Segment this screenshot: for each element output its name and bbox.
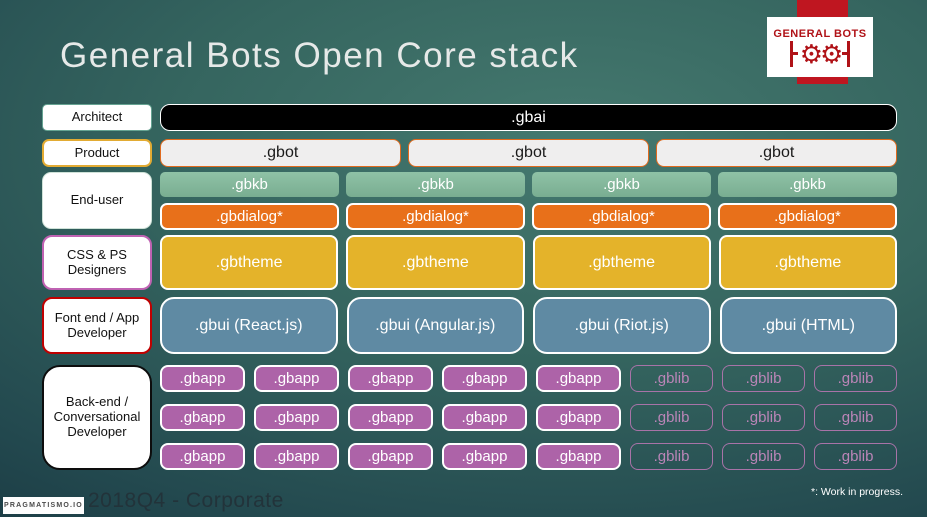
logo-brand-text: GENERAL BOTS <box>773 27 867 40</box>
stack-box-gbkb: .gbkb <box>346 172 525 197</box>
row-gbot: .gbot .gbot .gbot <box>160 139 897 167</box>
gear-bar-right-icon <box>847 40 851 67</box>
stack-box-gbui-riot: .gbui (Riot.js) <box>533 297 711 354</box>
stack-box-gbapp: .gbapp <box>254 365 339 392</box>
stack-box-gbot: .gbot <box>408 139 649 167</box>
stack-box-gbai: .gbai <box>160 104 897 131</box>
role-label-designers: CSS & PS Designers <box>42 235 152 290</box>
stack-box-gbot: .gbot <box>656 139 897 167</box>
stack-box-gbtheme: .gbtheme <box>532 235 711 290</box>
stack-box-gbapp: .gbapp <box>348 365 433 392</box>
role-label-frontend-developer: Font end / App Developer <box>42 297 152 354</box>
slide: General Bots Open Core stack GENERAL BOT… <box>0 0 927 517</box>
row-gbapp-gblib-2: .gbapp .gbapp .gbapp .gbapp .gbapp .gbli… <box>160 404 897 431</box>
stack-box-gbot: .gbot <box>160 139 401 167</box>
stack-box-gbdialog: .gbdialog* <box>346 203 525 230</box>
stack-box-gbapp: .gbapp <box>254 404 339 431</box>
stack-box-gbkb: .gbkb <box>532 172 711 197</box>
stack-box-gbtheme: .gbtheme <box>160 235 339 290</box>
stack-box-gbapp: .gbapp <box>160 443 245 470</box>
work-in-progress-note: *: Work in progress. <box>810 486 903 498</box>
stack-box-gbui-angular: .gbui (Angular.js) <box>346 297 524 354</box>
row-gbai: .gbai <box>160 104 897 131</box>
stack-box-gblib: .gblib <box>814 365 897 392</box>
stack-box-gblib: .gblib <box>722 443 805 470</box>
stack-box-gbapp: .gbapp <box>348 404 433 431</box>
stack-box-gblib: .gblib <box>722 404 805 431</box>
row-gbtheme: .gbtheme .gbtheme .gbtheme .gbtheme <box>160 235 897 290</box>
row-gbdialog: .gbdialog* .gbdialog* .gbdialog* .gbdial… <box>160 203 897 230</box>
page-title: General Bots Open Core stack <box>60 36 579 75</box>
stack-box-gbdialog: .gbdialog* <box>532 203 711 230</box>
stack-box-gbui-react: .gbui (React.js) <box>160 297 338 354</box>
stack-box-gbtheme: .gbtheme <box>718 235 897 290</box>
stack-box-gbapp: .gbapp <box>160 365 245 392</box>
stack-box-gbapp: .gbapp <box>348 443 433 470</box>
gear-glyphs-icon: ⚙⚙ <box>799 38 844 69</box>
stack-box-gblib: .gblib <box>630 443 713 470</box>
stack-box-gbtheme: .gbtheme <box>346 235 525 290</box>
stack-box-gbkb: .gbkb <box>160 172 339 197</box>
stack-box-gbapp: .gbapp <box>160 404 245 431</box>
stack-box-gblib: .gblib <box>722 365 805 392</box>
row-gbui: .gbui (React.js) .gbui (Angular.js) .gbu… <box>160 297 897 354</box>
stack-box-gblib: .gblib <box>814 443 897 470</box>
row-gbkb: .gbkb .gbkb .gbkb .gbkb <box>160 172 897 197</box>
pragmatismo-watermark: PRAGMATISMO.IO <box>3 497 84 514</box>
gears-icon: ⚙⚙ <box>789 38 851 69</box>
stack-box-gbdialog: .gbdialog* <box>718 203 897 230</box>
stack-box-gbapp: .gbapp <box>536 443 621 470</box>
general-bots-logo: GENERAL BOTS ⚙⚙ <box>767 17 873 77</box>
role-label-backend-developer: Back-end / Conversational Developer <box>42 365 152 470</box>
stack-box-gbapp: .gbapp <box>442 365 527 392</box>
stack-box-gbdialog: .gbdialog* <box>160 203 339 230</box>
stack-box-gbui-html: .gbui (HTML) <box>719 297 897 354</box>
role-label-end-user: End-user <box>42 172 152 229</box>
stack-box-gbapp: .gbapp <box>254 443 339 470</box>
stack-box-gblib: .gblib <box>814 404 897 431</box>
stack-box-gbapp: .gbapp <box>442 404 527 431</box>
stack-box-gbkb: .gbkb <box>718 172 897 197</box>
row-gbapp-gblib-3: .gbapp .gbapp .gbapp .gbapp .gbapp .gbli… <box>160 443 897 470</box>
stack-box-gblib: .gblib <box>630 365 713 392</box>
role-label-product: Product <box>42 139 152 167</box>
stack-box-gblib: .gblib <box>630 404 713 431</box>
stack-box-gbapp: .gbapp <box>442 443 527 470</box>
row-gbapp-gblib-1: .gbapp .gbapp .gbapp .gbapp .gbapp .gbli… <box>160 365 897 392</box>
role-label-architect: Architect <box>42 104 152 131</box>
edition-text: 2018Q4 - Corporate <box>88 489 284 512</box>
stack-box-gbapp: .gbapp <box>536 404 621 431</box>
stack-box-gbapp: .gbapp <box>536 365 621 392</box>
